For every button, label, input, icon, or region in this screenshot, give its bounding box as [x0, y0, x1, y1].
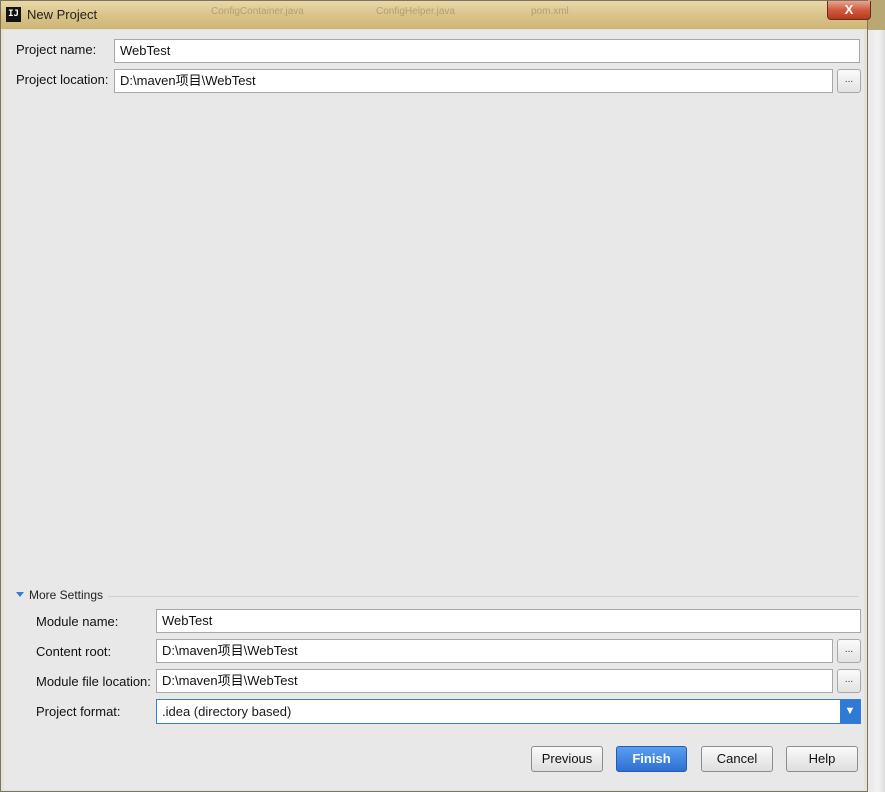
- more-settings-label: More Settings: [29, 588, 104, 602]
- background-tab: ConfigContainer.java: [211, 6, 304, 17]
- expand-triangle-icon: [16, 592, 24, 597]
- dialog-content: Project name: WebTest Project location: …: [4, 30, 864, 790]
- background-tab: pom.xml: [531, 6, 569, 17]
- intellij-app-icon: IJ: [6, 7, 21, 22]
- dropdown-arrow-icon[interactable]: ▼: [840, 700, 860, 723]
- project-name-label: Project name:: [16, 42, 97, 57]
- project-location-browse-button[interactable]: ...: [837, 69, 861, 93]
- project-format-value: .idea (directory based): [162, 704, 292, 719]
- content-root-label: Content root:: [36, 644, 112, 659]
- more-settings-toggle[interactable]: More Settings: [16, 588, 103, 602]
- project-format-select[interactable]: .idea (directory based) ▼: [156, 699, 861, 724]
- help-button[interactable]: Help: [786, 746, 858, 772]
- previous-button[interactable]: Previous: [531, 746, 603, 772]
- background-tab: ConfigHelper.java: [376, 6, 455, 17]
- project-format-label: Project format:: [36, 704, 121, 719]
- close-button[interactable]: X: [827, 1, 871, 20]
- section-divider: [108, 596, 858, 597]
- content-root-input[interactable]: D:\maven项目\WebTest: [156, 639, 833, 663]
- project-name-input[interactable]: WebTest: [114, 39, 860, 63]
- module-file-location-label: Module file location:: [36, 674, 151, 689]
- module-file-location-input[interactable]: D:\maven项目\WebTest: [156, 669, 833, 693]
- project-location-label: Project location:: [16, 72, 109, 87]
- new-project-dialog: IJ New Project ConfigContainer.java Conf…: [0, 0, 871, 792]
- module-file-location-browse-button[interactable]: ...: [837, 669, 861, 693]
- content-root-browse-button[interactable]: ...: [837, 639, 861, 663]
- module-name-input[interactable]: WebTest: [156, 609, 861, 633]
- cancel-button[interactable]: Cancel: [701, 746, 773, 772]
- background-window-strip: [868, 30, 885, 792]
- module-name-label: Module name:: [36, 614, 119, 629]
- window-title: New Project: [27, 7, 98, 22]
- finish-button[interactable]: Finish: [616, 746, 687, 772]
- title-bar[interactable]: IJ New Project ConfigContainer.java Conf…: [1, 1, 871, 29]
- project-location-input[interactable]: D:\maven项目\WebTest: [114, 69, 833, 93]
